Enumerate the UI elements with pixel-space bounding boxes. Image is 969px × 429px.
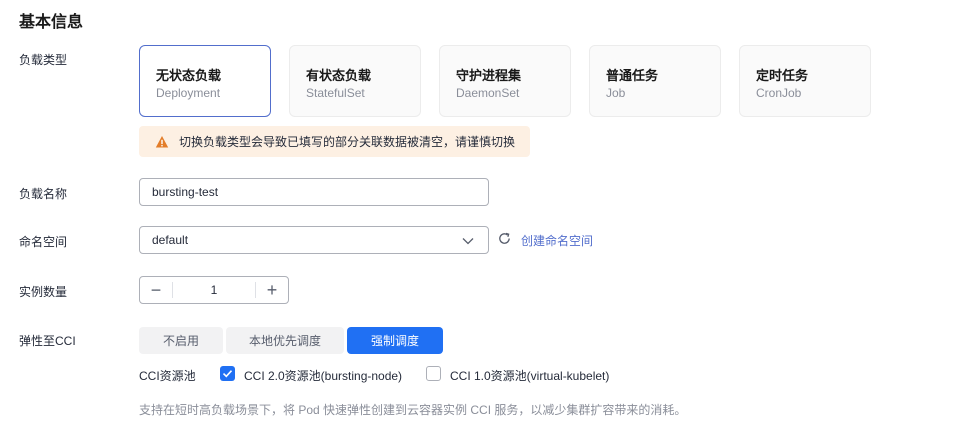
increment-button[interactable]: + (256, 277, 288, 303)
burst-option-forced[interactable]: 强制调度 (347, 327, 443, 354)
checkmark-icon (222, 370, 233, 378)
workload-name-label: 负载名称 (19, 187, 68, 201)
workload-type-subtitle: CronJob (756, 86, 802, 100)
cci-1-pool-label[interactable]: CCI 1.0资源池(virtual-kubelet) (450, 367, 609, 384)
warning-text: 切换负载类型会导致已填写的部分关联数据被清空，请谨慎切换 (179, 135, 516, 149)
workload-type-label: 负载类型 (19, 53, 68, 67)
create-namespace-link[interactable]: 创建命名空间 (521, 232, 593, 249)
workload-type-title: 定时任务 (756, 68, 809, 83)
workload-name-value: bursting-test (152, 185, 219, 199)
workload-type-subtitle: Job (606, 86, 626, 100)
workload-switch-warning: 切换负载类型会导致已填写的部分关联数据被清空，请谨慎切换 (139, 126, 530, 157)
cci-1-pool-checkbox[interactable] (426, 366, 441, 381)
workload-type-subtitle: StatefulSet (306, 86, 365, 100)
workload-type-deployment[interactable]: 无状态负载 Deployment (139, 45, 271, 117)
burst-option-disabled[interactable]: 不启用 (139, 327, 223, 354)
chevron-down-icon (462, 238, 474, 245)
workload-type-cronjob[interactable]: 定时任务 CronJob (739, 45, 871, 117)
instances-value[interactable]: 1 (172, 282, 256, 298)
refresh-icon[interactable] (497, 231, 512, 246)
workload-type-statefulset[interactable]: 有状态负载 StatefulSet (289, 45, 421, 117)
burst-hint-text: 支持在短时高负载场景下，将 Pod 快速弹性创建到云容器实例 CCI 服务，以减… (139, 403, 687, 417)
warning-icon (155, 135, 169, 147)
instances-label: 实例数量 (19, 285, 68, 299)
cci-2-pool-label[interactable]: CCI 2.0资源池(bursting-node) (244, 367, 402, 384)
workload-type-title: 守护进程集 (456, 68, 522, 83)
namespace-select[interactable]: default (139, 226, 489, 254)
workload-type-subtitle: DaemonSet (456, 86, 520, 100)
cci-2-pool-checkbox[interactable] (220, 366, 235, 381)
namespace-label: 命名空间 (19, 235, 68, 249)
workload-name-input[interactable]: bursting-test (139, 178, 489, 206)
decrement-button[interactable]: − (140, 277, 172, 303)
workload-type-title: 有状态负载 (306, 68, 372, 83)
burst-option-local-first[interactable]: 本地优先调度 (226, 327, 344, 354)
workload-type-daemonset[interactable]: 守护进程集 DaemonSet (439, 45, 571, 117)
workload-type-title: 无状态负载 (156, 68, 222, 83)
cci-pool-label: CCI资源池 (139, 369, 196, 383)
instances-stepper[interactable]: − 1 + (139, 276, 289, 304)
workload-type-job[interactable]: 普通任务 Job (589, 45, 721, 117)
burst-cci-label: 弹性至CCI (19, 334, 76, 348)
section-title: 基本信息 (19, 14, 84, 31)
namespace-value: default (152, 233, 189, 247)
workload-type-title: 普通任务 (606, 68, 659, 83)
workload-type-subtitle: Deployment (156, 86, 221, 100)
